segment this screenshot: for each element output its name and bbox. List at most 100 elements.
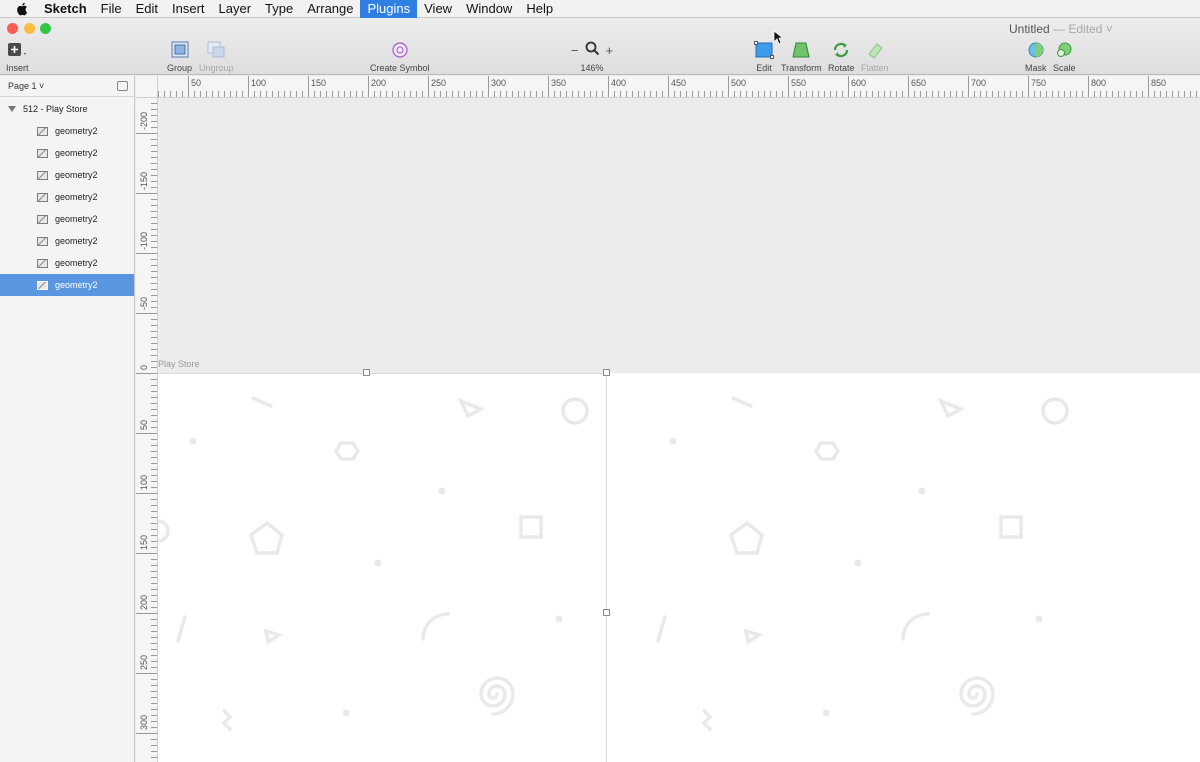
pattern-shape: [999, 515, 1023, 539]
layer-row[interactable]: geometry2: [0, 120, 134, 142]
ruler-tick-label: -50: [139, 297, 149, 310]
pattern-tile: [656, 396, 1069, 731]
layer-row[interactable]: geometry2: [0, 252, 134, 274]
ungroup-button[interactable]: Ungroup: [199, 39, 234, 73]
geometry-pattern: [158, 396, 1069, 731]
magnifier-icon[interactable]: [585, 41, 600, 59]
menu-view[interactable]: View: [417, 0, 459, 18]
pattern-shape: [555, 615, 563, 623]
layer-row[interactable]: geometry2: [0, 230, 134, 252]
ungroup-label: Ungroup: [199, 63, 234, 73]
menu-insert[interactable]: Insert: [165, 0, 212, 18]
sketch-app-window: Sketch File Edit Insert Layer Type Arran…: [0, 0, 1200, 762]
menu-help[interactable]: Help: [519, 0, 560, 18]
menu-layer[interactable]: Layer: [212, 0, 259, 18]
create-symbol-icon: [391, 39, 409, 61]
disclosure-triangle-icon[interactable]: [8, 104, 16, 114]
ungroup-icon: [206, 39, 226, 61]
selection-handle-top[interactable]: [363, 369, 370, 376]
menu-file[interactable]: File: [94, 0, 129, 18]
group-button[interactable]: Group: [167, 39, 192, 73]
layer-thumbnail-icon: [37, 258, 48, 268]
layer-row[interactable]: geometry2: [0, 274, 134, 296]
ruler-tick-label: 100: [139, 475, 149, 490]
layer-name: geometry2: [55, 236, 98, 246]
page-selector[interactable]: Page 1 ˅: [0, 76, 134, 97]
layer-filter-icon[interactable]: [117, 81, 128, 91]
scale-button[interactable]: Scale: [1053, 39, 1076, 73]
layer-thumbnail-icon: [37, 192, 48, 202]
ruler-tick-label: 150: [311, 78, 326, 88]
zoom-level: 146%: [580, 63, 604, 73]
zoom-in-button[interactable]: +: [606, 43, 614, 58]
menu-edit[interactable]: Edit: [129, 0, 165, 18]
menu-app-sketch[interactable]: Sketch: [44, 0, 94, 18]
zoom-out-button[interactable]: −: [571, 43, 579, 58]
selection-handle-top-right[interactable]: [603, 369, 610, 376]
group-label: Group: [167, 63, 193, 73]
ruler-tick-label: 150: [139, 535, 149, 550]
layer-row[interactable]: geometry2: [0, 142, 134, 164]
pattern-shape: [457, 397, 486, 419]
menu-window[interactable]: Window: [459, 0, 519, 18]
layer-row[interactable]: geometry2: [0, 164, 134, 186]
ruler-tick-label: 550: [791, 78, 806, 88]
ruler-tick-label: 100: [251, 78, 266, 88]
flatten-button[interactable]: Flatten: [861, 39, 889, 73]
create-symbol-button[interactable]: Create Symbol: [370, 39, 430, 73]
selection-outline-right: [606, 373, 607, 762]
pattern-shape: [519, 515, 543, 539]
layer-row[interactable]: geometry2: [0, 208, 134, 230]
pattern-shape: [561, 397, 589, 425]
canvas[interactable]: Play Store: [158, 98, 1200, 762]
selection-outline-top: [158, 373, 607, 374]
pattern-shape: [263, 628, 284, 645]
layer-name: geometry2: [55, 126, 98, 136]
pattern-shape: [1041, 397, 1069, 425]
artboard-title[interactable]: Play Store: [158, 359, 200, 369]
artboard-row[interactable]: 512 - Play Store: [0, 97, 134, 120]
close-window-button[interactable]: [7, 23, 18, 34]
menu-arrange[interactable]: Arrange: [300, 0, 360, 18]
transform-button[interactable]: Transform: [781, 39, 822, 73]
document-title[interactable]: Untitled — Edited ˅: [1009, 22, 1113, 36]
pattern-shape: [374, 559, 382, 567]
page-name: Page 1 ˅: [8, 81, 45, 91]
ruler-tick-label: 400: [611, 78, 626, 88]
artboard[interactable]: [158, 369, 1200, 762]
group-icon: [170, 39, 190, 61]
vertical-ruler[interactable]: -200 -150 -100 -50 0 50 100 150 200 250 300: [136, 98, 158, 762]
rotate-label: Rotate: [828, 63, 855, 73]
ruler-tick-label: 200: [139, 595, 149, 610]
selection-handle-right[interactable]: [603, 609, 610, 616]
horizontal-ruler[interactable]: 50 100 150 200 250 300 350 400 450 500 550 600 650 70…: [158, 76, 1200, 98]
ruler-tick-label: 300: [491, 78, 506, 88]
menu-plugins[interactable]: Plugins: [360, 0, 418, 18]
pattern-shape: [251, 396, 273, 408]
insert-button[interactable]: Insert: [6, 39, 29, 73]
ruler-tick-label: 350: [551, 78, 566, 88]
ruler-tick-label: -150: [139, 172, 149, 190]
layer-thumbnail-icon: [37, 236, 48, 246]
zoom-window-button[interactable]: [40, 23, 51, 34]
minimize-window-button[interactable]: [24, 23, 35, 34]
layer-list-panel: Page 1 ˅ 512 - Play Store geometry2 geome…: [0, 76, 135, 762]
edit-button[interactable]: Edit: [754, 39, 774, 73]
mask-button[interactable]: Mask: [1025, 39, 1047, 73]
pattern-shape: [918, 487, 926, 495]
mouse-cursor-icon: [773, 30, 785, 50]
ruler-tick-label: 200: [371, 78, 386, 88]
ruler-tick-label: 450: [671, 78, 686, 88]
menu-type[interactable]: Type: [258, 0, 300, 18]
layer-name: geometry2: [55, 170, 98, 180]
ruler-tick-label: 800: [1091, 78, 1106, 88]
ruler-tick-label: 700: [971, 78, 986, 88]
layer-row[interactable]: geometry2: [0, 186, 134, 208]
artboard-name: 512 - Play Store: [23, 103, 88, 114]
rotate-button[interactable]: Rotate: [828, 39, 855, 73]
apple-logo-icon[interactable]: [0, 0, 44, 18]
document-status: — Edited ˅: [1053, 22, 1113, 36]
layer-thumbnail-icon: [37, 126, 48, 136]
scale-label: Scale: [1053, 63, 1076, 73]
edit-label: Edit: [756, 63, 772, 73]
